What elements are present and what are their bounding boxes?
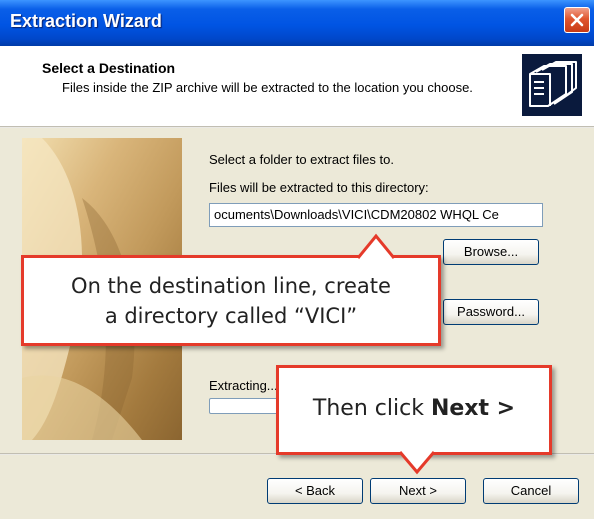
directory-label: Files will be extracted to this director… xyxy=(209,180,429,195)
extracting-label: Extracting... xyxy=(209,378,278,393)
password-button[interactable]: Password... xyxy=(443,299,539,325)
title-bar[interactable]: Extraction Wizard xyxy=(0,0,594,46)
callout-line-1: On the destination line, create xyxy=(71,274,391,298)
header-description: Files inside the ZIP archive will be ext… xyxy=(62,80,473,95)
next-button[interactable]: Next > xyxy=(370,478,466,504)
callout-next-bold: Next > xyxy=(430,396,516,421)
header-separator xyxy=(0,126,594,128)
close-icon xyxy=(570,13,584,27)
callout-line-2: a directory called “VICI” xyxy=(104,304,358,328)
select-folder-label: Select a folder to extract files to. xyxy=(209,152,394,167)
header-title: Select a Destination xyxy=(42,60,176,76)
browse-button[interactable]: Browse... xyxy=(443,239,539,265)
callout-pointer-down xyxy=(398,451,436,475)
window-title: Extraction Wizard xyxy=(10,11,162,31)
folders-icon xyxy=(522,54,582,116)
destination-path-input[interactable]: ocuments\Downloads\VICI\CDM20802 WHQL Ce xyxy=(209,203,543,227)
callout-next-prefix: Then click xyxy=(312,396,431,421)
next-callout: Then click Next > xyxy=(276,365,552,455)
close-button[interactable] xyxy=(564,7,590,33)
wizard-header: Select a Destination Files inside the ZI… xyxy=(0,46,594,126)
destination-callout: On the destination line, create a direct… xyxy=(21,255,441,346)
cancel-button[interactable]: Cancel xyxy=(483,478,579,504)
back-button[interactable]: < Back xyxy=(267,478,363,504)
extraction-wizard-window: Extraction Wizard Select a Destination F… xyxy=(0,0,594,519)
callout-pointer-up xyxy=(356,233,396,259)
